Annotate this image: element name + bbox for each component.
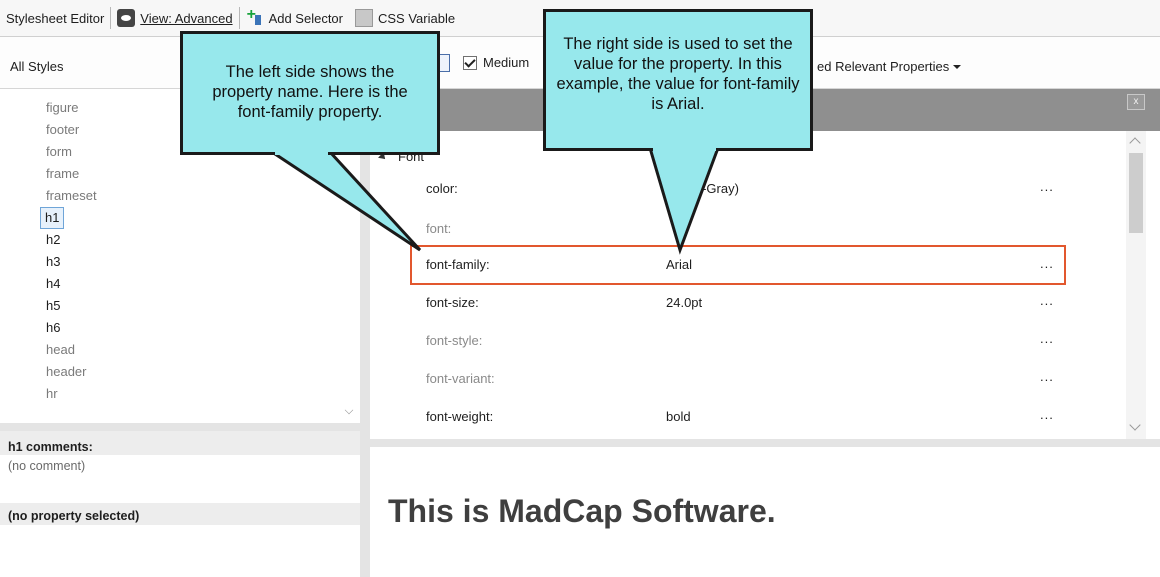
right-padding bbox=[1146, 131, 1160, 439]
property-row-font-size[interactable]: font-size: 24.0pt... bbox=[410, 285, 1066, 321]
selector-item-h2[interactable]: h2 bbox=[46, 229, 60, 251]
property-name: font-weight: bbox=[426, 409, 494, 424]
property-name: font-variant: bbox=[426, 371, 495, 386]
relevant-properties-dropdown[interactable]: ed Relevant Properties bbox=[817, 59, 962, 74]
property-value[interactable]: bold bbox=[666, 409, 691, 424]
scroll-up-icon[interactable] bbox=[1129, 137, 1141, 149]
properties-grid: Font color: --Dark-Gray)... font: font-fami… bbox=[370, 131, 1126, 439]
ellipsis-button[interactable]: ... bbox=[1040, 256, 1054, 271]
medium-checkbox[interactable]: Medium bbox=[463, 55, 529, 70]
ellipsis-button[interactable]: ... bbox=[1040, 407, 1054, 422]
selector-item-frameset[interactable]: frameset bbox=[46, 185, 97, 207]
selector-item-header[interactable]: header bbox=[46, 361, 86, 383]
selector-item-h6[interactable]: h6 bbox=[46, 317, 60, 339]
view-eye-icon bbox=[117, 9, 136, 27]
properties-scrollbar[interactable] bbox=[1126, 131, 1146, 439]
chevron-down-icon bbox=[953, 64, 962, 69]
scroll-down-icon[interactable] bbox=[1129, 419, 1141, 431]
property-value[interactable]: 24.0pt bbox=[666, 295, 702, 310]
property-value[interactable]: Arial bbox=[666, 257, 692, 272]
preview-pane: This is MadCap Software. bbox=[370, 447, 1160, 577]
property-row-font-family[interactable]: font-family: Arial... bbox=[410, 245, 1066, 285]
selector-item-h4[interactable]: h4 bbox=[46, 273, 60, 295]
selector-item-h3[interactable]: h3 bbox=[46, 251, 60, 273]
property-selection-heading: (no property selected) bbox=[0, 503, 360, 525]
selector-item-h1[interactable]: h1 bbox=[40, 207, 65, 229]
property-row-font-style[interactable]: font-style:... bbox=[410, 323, 1066, 359]
scroll-thumb[interactable] bbox=[1129, 153, 1143, 233]
property-row-font[interactable]: font: bbox=[410, 211, 1066, 247]
property-name: font-style: bbox=[426, 333, 483, 348]
comments-heading: h1 comments: bbox=[0, 431, 360, 455]
ellipsis-button[interactable]: ... bbox=[1040, 293, 1054, 308]
all-styles-dropdown[interactable]: All Styles bbox=[10, 59, 63, 74]
property-value[interactable]: --Dark-Gray) bbox=[666, 181, 739, 196]
right-splitter[interactable] bbox=[370, 439, 1160, 447]
preview-heading: This is MadCap Software. bbox=[388, 493, 776, 529]
left-splitter[interactable] bbox=[0, 423, 360, 431]
selector-item-h5[interactable]: h5 bbox=[46, 295, 60, 317]
selector-item-footer[interactable]: footer bbox=[46, 119, 79, 141]
selector-item-form[interactable]: form bbox=[46, 141, 72, 163]
comments-body: (no comment) bbox=[8, 459, 86, 473]
close-icon[interactable]: x bbox=[1127, 94, 1145, 110]
css-variable-icon bbox=[355, 9, 373, 27]
selector-item-figure[interactable]: figure bbox=[46, 97, 79, 119]
add-selector-icon bbox=[246, 6, 264, 27]
ellipsis-button[interactable]: ... bbox=[1040, 331, 1054, 346]
left-callout-text: The left side shows the property name. H… bbox=[212, 63, 408, 121]
left-callout: The left side shows the property name. H… bbox=[180, 31, 440, 155]
property-row-font-variant[interactable]: font-variant:... bbox=[410, 361, 1066, 397]
property-name: font-family: bbox=[426, 257, 490, 272]
editor-title: Stylesheet Editor bbox=[6, 10, 105, 26]
selector-item-hr[interactable]: hr bbox=[46, 383, 58, 405]
property-row-color[interactable]: color: --Dark-Gray)... bbox=[410, 171, 1066, 207]
property-row-font-weight[interactable]: font-weight: bold... bbox=[410, 399, 1066, 435]
checkbox-icon bbox=[463, 55, 477, 70]
property-name: color: bbox=[426, 181, 458, 196]
ellipsis-button[interactable]: ... bbox=[1040, 179, 1054, 194]
right-callout-text: The right side is used to set the value … bbox=[556, 35, 800, 113]
property-name: font: bbox=[426, 221, 452, 236]
selector-item-head[interactable]: head bbox=[46, 339, 75, 361]
vertical-splitter[interactable] bbox=[360, 89, 370, 577]
selector-item-frame[interactable]: frame bbox=[46, 163, 79, 185]
ellipsis-button[interactable]: ... bbox=[1040, 369, 1054, 384]
property-name: font-size: bbox=[426, 295, 479, 310]
right-callout: The right side is used to set the value … bbox=[543, 9, 813, 151]
